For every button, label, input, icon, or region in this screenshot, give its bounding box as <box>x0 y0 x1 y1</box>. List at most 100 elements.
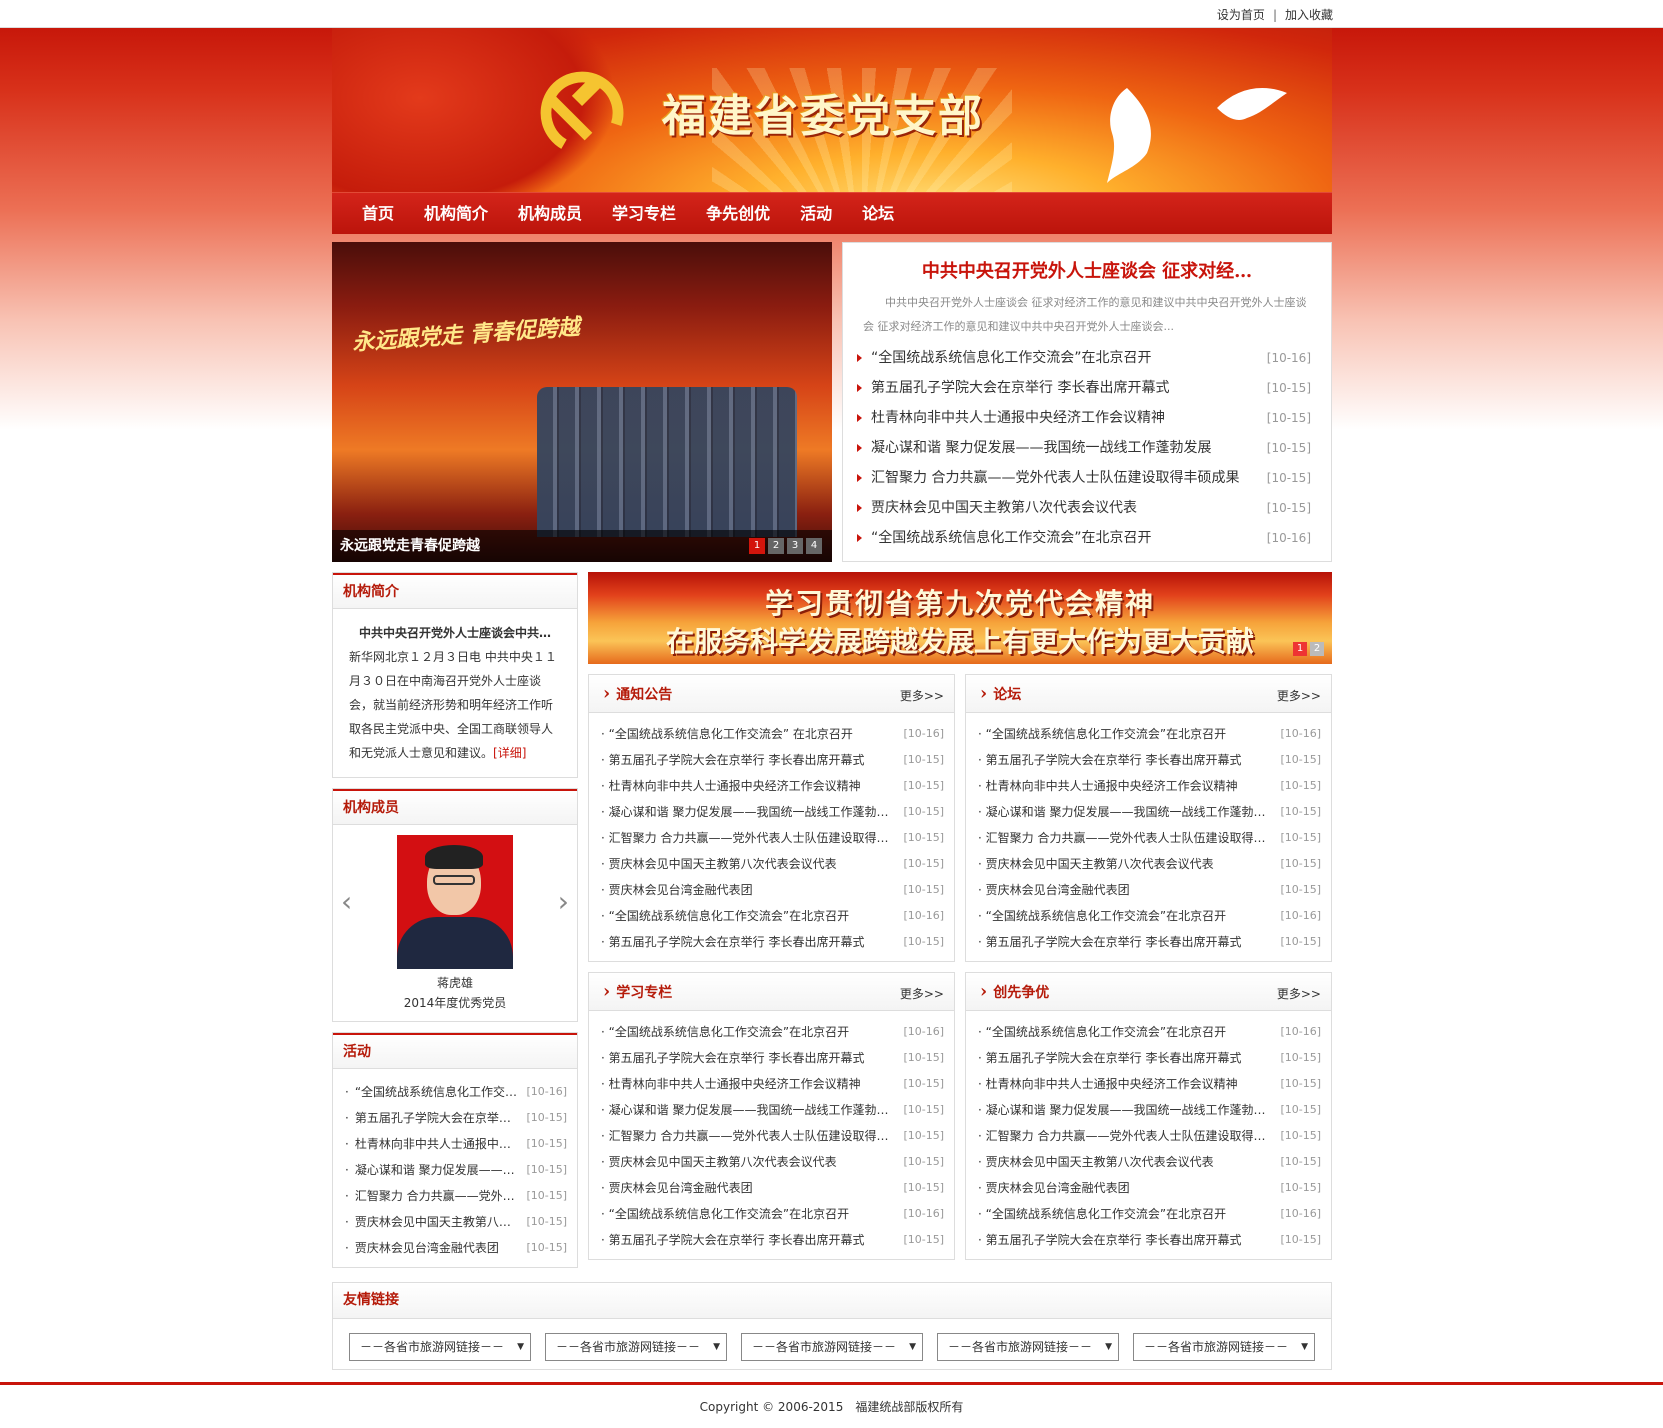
news-item-title[interactable]: “全国统战系统信息化工作交流会”在北京召开 <box>978 903 1226 929</box>
nav-item[interactable]: 学习专栏 <box>612 193 676 235</box>
news-item-title[interactable]: 贾庆林会见台湾金融代表团 <box>601 1175 753 1201</box>
slider-dot[interactable]: 2 <box>768 538 784 554</box>
activity-item-title[interactable]: 杜青林向非中共人士通报中… <box>345 1131 511 1157</box>
link-select[interactable]: －－各省市旅游网链接－－ <box>545 1333 727 1361</box>
news-item[interactable]: 贾庆林会见中国天主教第八次代表会议代表 [10-15] <box>601 851 944 877</box>
headline-title[interactable]: 中共中央召开党外人士座谈会 征求对经… <box>843 257 1331 283</box>
prev-arrow-icon[interactable]: ‹ <box>341 885 352 918</box>
news-item[interactable]: 凝心谋和谐 聚力促发展——我国统一战线工作蓬勃… [10-15] <box>601 1097 944 1123</box>
promo-dot[interactable]: 1 <box>1293 642 1307 656</box>
nav-item[interactable]: 首页 <box>362 193 394 235</box>
headline-item[interactable]: 凝心谋和谐 聚力促发展——我国统一战线工作蓬勃发展 [10-15] <box>857 433 1311 463</box>
news-item[interactable]: 第五届孔子学院大会在京举行 李长春出席开幕式 [10-15] <box>978 1227 1321 1253</box>
headline-item-title[interactable]: 汇智聚力 合力共赢——党外代表人士队伍建设取得丰硕成果 <box>857 463 1239 493</box>
news-item[interactable]: “全国统战系统信息化工作交流会”在北京召开 [10-16] <box>978 1201 1321 1227</box>
news-item-title[interactable]: 贾庆林会见中国天主教第八次代表会议代表 <box>601 851 837 877</box>
news-item-title[interactable]: 凝心谋和谐 聚力促发展——我国统一战线工作蓬勃… <box>978 1097 1266 1123</box>
nav-item[interactable]: 论坛 <box>862 193 894 235</box>
news-item[interactable]: 第五届孔子学院大会在京举行 李长春出席开幕式 [10-15] <box>601 929 944 955</box>
news-item-title[interactable]: “全国统战系统信息化工作交流会”在北京召开 <box>601 903 849 929</box>
news-item[interactable]: 第五届孔子学院大会在京举行 李长春出席开幕式 [10-15] <box>978 929 1321 955</box>
headline-item[interactable]: “全国统战系统信息化工作交流会”在北京召开 [10-16] <box>857 523 1311 553</box>
link-select[interactable]: －－各省市旅游网链接－－ <box>349 1333 531 1361</box>
news-item[interactable]: 贾庆林会见台湾金融代表团 [10-15] <box>601 877 944 903</box>
news-item-title[interactable]: 杜青林向非中共人士通报中央经济工作会议精神 <box>978 773 1238 799</box>
intro-detail-link[interactable]: [详细] <box>493 746 526 760</box>
headline-item[interactable]: 汇智聚力 合力共赢——党外代表人士队伍建设取得丰硕成果 [10-15] <box>857 463 1311 493</box>
news-item-title[interactable]: “全国统战系统信息化工作交流会”在北京召开 <box>978 721 1226 747</box>
news-item[interactable]: “全国统战系统信息化工作交流会”在北京召开 [10-16] <box>978 1019 1321 1045</box>
news-item[interactable]: 凝心谋和谐 聚力促发展——我国统一战线工作蓬勃… [10-15] <box>601 799 944 825</box>
slider-dot[interactable]: 4 <box>806 538 822 554</box>
headline-item-title[interactable]: 杜青林向非中共人士通报中央经济工作会议精神 <box>857 403 1165 433</box>
activity-item[interactable]: 贾庆林会见台湾金融代表团 [10-15] <box>345 1235 567 1261</box>
headline-item[interactable]: 杜青林向非中共人士通报中央经济工作会议精神 [10-15] <box>857 403 1311 433</box>
headline-item-title[interactable]: 第五届孔子学院大会在京举行 李长春出席开幕式 <box>857 373 1169 403</box>
news-item[interactable]: 汇智聚力 合力共赢——党外代表人士队伍建设取得… [10-15] <box>601 1123 944 1149</box>
link-select[interactable]: －－各省市旅游网链接－－ <box>1133 1333 1315 1361</box>
activity-item[interactable]: 第五届孔子学院大会在京举… [10-15] <box>345 1105 567 1131</box>
more-link[interactable]: 更多>> <box>1277 687 1321 704</box>
headline-item[interactable]: “全国统战系统信息化工作交流会”在北京召开 [10-16] <box>857 343 1311 373</box>
news-item-title[interactable]: 第五届孔子学院大会在京举行 李长春出席开幕式 <box>978 1227 1242 1253</box>
headline-item-title[interactable]: 凝心谋和谐 聚力促发展——我国统一战线工作蓬勃发展 <box>857 433 1211 463</box>
nav-item[interactable]: 活动 <box>800 193 832 235</box>
news-item[interactable]: 第五届孔子学院大会在京举行 李长春出席开幕式 [10-15] <box>601 1045 944 1071</box>
news-item[interactable]: “全国统战系统信息化工作交流会” 在北京召开 [10-16] <box>601 721 944 747</box>
news-item[interactable]: 杜青林向非中共人士通报中央经济工作会议精神 [10-15] <box>978 1071 1321 1097</box>
news-item-title[interactable]: “全国统战系统信息化工作交流会”在北京召开 <box>601 1019 849 1045</box>
news-item[interactable]: 杜青林向非中共人士通报中央经济工作会议精神 [10-15] <box>601 773 944 799</box>
news-item[interactable]: 第五届孔子学院大会在京举行 李长春出席开幕式 [10-15] <box>978 747 1321 773</box>
news-item-title[interactable]: 贾庆林会见台湾金融代表团 <box>978 1175 1130 1201</box>
intro-heading[interactable]: 中共中央召开党外人士座谈会中共… <box>349 621 561 645</box>
member-photo[interactable] <box>397 835 513 969</box>
news-item[interactable]: 贾庆林会见台湾金融代表团 [10-15] <box>978 1175 1321 1201</box>
news-item-title[interactable]: 杜青林向非中共人士通报中央经济工作会议精神 <box>601 773 861 799</box>
headline-item-title[interactable]: 贾庆林会见中国天主教第八次代表会议代表 <box>857 493 1137 523</box>
news-item[interactable]: “全国统战系统信息化工作交流会”在北京召开 [10-16] <box>601 1019 944 1045</box>
promo-banner[interactable]: 学习贯彻省第九次党代会精神 在服务科学发展跨越发展上有更大作为更大贡献 12 <box>588 572 1332 664</box>
news-item-title[interactable]: 贾庆林会见中国天主教第八次代表会议代表 <box>978 1149 1214 1175</box>
promo-dot[interactable]: 2 <box>1310 642 1324 656</box>
news-item-title[interactable]: 贾庆林会见中国天主教第八次代表会议代表 <box>601 1149 837 1175</box>
news-item-title[interactable]: 汇智聚力 合力共赢——党外代表人士队伍建设取得… <box>978 825 1266 851</box>
headline-item-title[interactable]: “全国统战系统信息化工作交流会”在北京召开 <box>857 343 1152 373</box>
news-item[interactable]: 第五届孔子学院大会在京举行 李长春出席开幕式 [10-15] <box>601 747 944 773</box>
news-item-title[interactable]: “全国统战系统信息化工作交流会” 在北京召开 <box>601 721 853 747</box>
news-item-title[interactable]: 贾庆林会见台湾金融代表团 <box>978 877 1130 903</box>
news-item[interactable]: 汇智聚力 合力共赢——党外代表人士队伍建设取得… [10-15] <box>978 1123 1321 1149</box>
news-item[interactable]: 凝心谋和谐 聚力促发展——我国统一战线工作蓬勃… [10-15] <box>978 1097 1321 1123</box>
activity-item-title[interactable]: 贾庆林会见台湾金融代表团 <box>345 1235 499 1261</box>
news-item-title[interactable]: 杜青林向非中共人士通报中央经济工作会议精神 <box>601 1071 861 1097</box>
news-item[interactable]: “全国统战系统信息化工作交流会”在北京召开 [10-16] <box>601 903 944 929</box>
news-item-title[interactable]: 汇智聚力 合力共赢——党外代表人士队伍建设取得… <box>601 1123 889 1149</box>
news-item-title[interactable]: 第五届孔子学院大会在京举行 李长春出席开幕式 <box>601 1045 865 1071</box>
activity-item[interactable]: 贾庆林会见中国天主教第八… [10-15] <box>345 1209 567 1235</box>
news-item-title[interactable]: 杜青林向非中共人士通报中央经济工作会议精神 <box>978 1071 1238 1097</box>
activity-item[interactable]: 凝心谋和谐 聚力促发展——… [10-15] <box>345 1157 567 1183</box>
news-item[interactable]: 第五届孔子学院大会在京举行 李长春出席开幕式 [10-15] <box>978 1045 1321 1071</box>
image-slider[interactable]: 永远跟党走 青春促跨越 永远跟党走青春促跨越 1234 <box>332 242 832 562</box>
activity-item-title[interactable]: 汇智聚力 合力共赢——党外… <box>345 1183 515 1209</box>
more-link[interactable]: 更多>> <box>900 985 944 1002</box>
news-item-title[interactable]: 贾庆林会见台湾金融代表团 <box>601 877 753 903</box>
news-item[interactable]: 贾庆林会见中国天主教第八次代表会议代表 [10-15] <box>978 851 1321 877</box>
set-homepage-link[interactable]: 设为首页 <box>1217 8 1265 22</box>
slider-dot[interactable]: 3 <box>787 538 803 554</box>
news-item-title[interactable]: “全国统战系统信息化工作交流会”在北京召开 <box>601 1201 849 1227</box>
news-item[interactable]: 贾庆林会见中国天主教第八次代表会议代表 [10-15] <box>601 1149 944 1175</box>
news-item-title[interactable]: 凝心谋和谐 聚力促发展——我国统一战线工作蓬勃… <box>978 799 1266 825</box>
news-item[interactable]: 贾庆林会见台湾金融代表团 [10-15] <box>601 1175 944 1201</box>
nav-item[interactable]: 机构简介 <box>424 193 488 235</box>
activity-item-title[interactable]: 贾庆林会见中国天主教第八… <box>345 1209 511 1235</box>
news-item[interactable]: “全国统战系统信息化工作交流会”在北京召开 [10-16] <box>978 721 1321 747</box>
link-select[interactable]: －－各省市旅游网链接－－ <box>741 1333 923 1361</box>
news-item[interactable]: 杜青林向非中共人士通报中央经济工作会议精神 [10-15] <box>978 773 1321 799</box>
news-item-title[interactable]: 第五届孔子学院大会在京举行 李长春出席开幕式 <box>978 1045 1242 1071</box>
news-item[interactable]: 第五届孔子学院大会在京举行 李长春出席开幕式 [10-15] <box>601 1227 944 1253</box>
activity-item-title[interactable]: 第五届孔子学院大会在京举… <box>345 1105 511 1131</box>
activity-item[interactable]: 杜青林向非中共人士通报中… [10-15] <box>345 1131 567 1157</box>
news-item[interactable]: 贾庆林会见中国天主教第八次代表会议代表 [10-15] <box>978 1149 1321 1175</box>
news-item-title[interactable]: “全国统战系统信息化工作交流会”在北京召开 <box>978 1019 1226 1045</box>
link-select[interactable]: －－各省市旅游网链接－－ <box>937 1333 1119 1361</box>
